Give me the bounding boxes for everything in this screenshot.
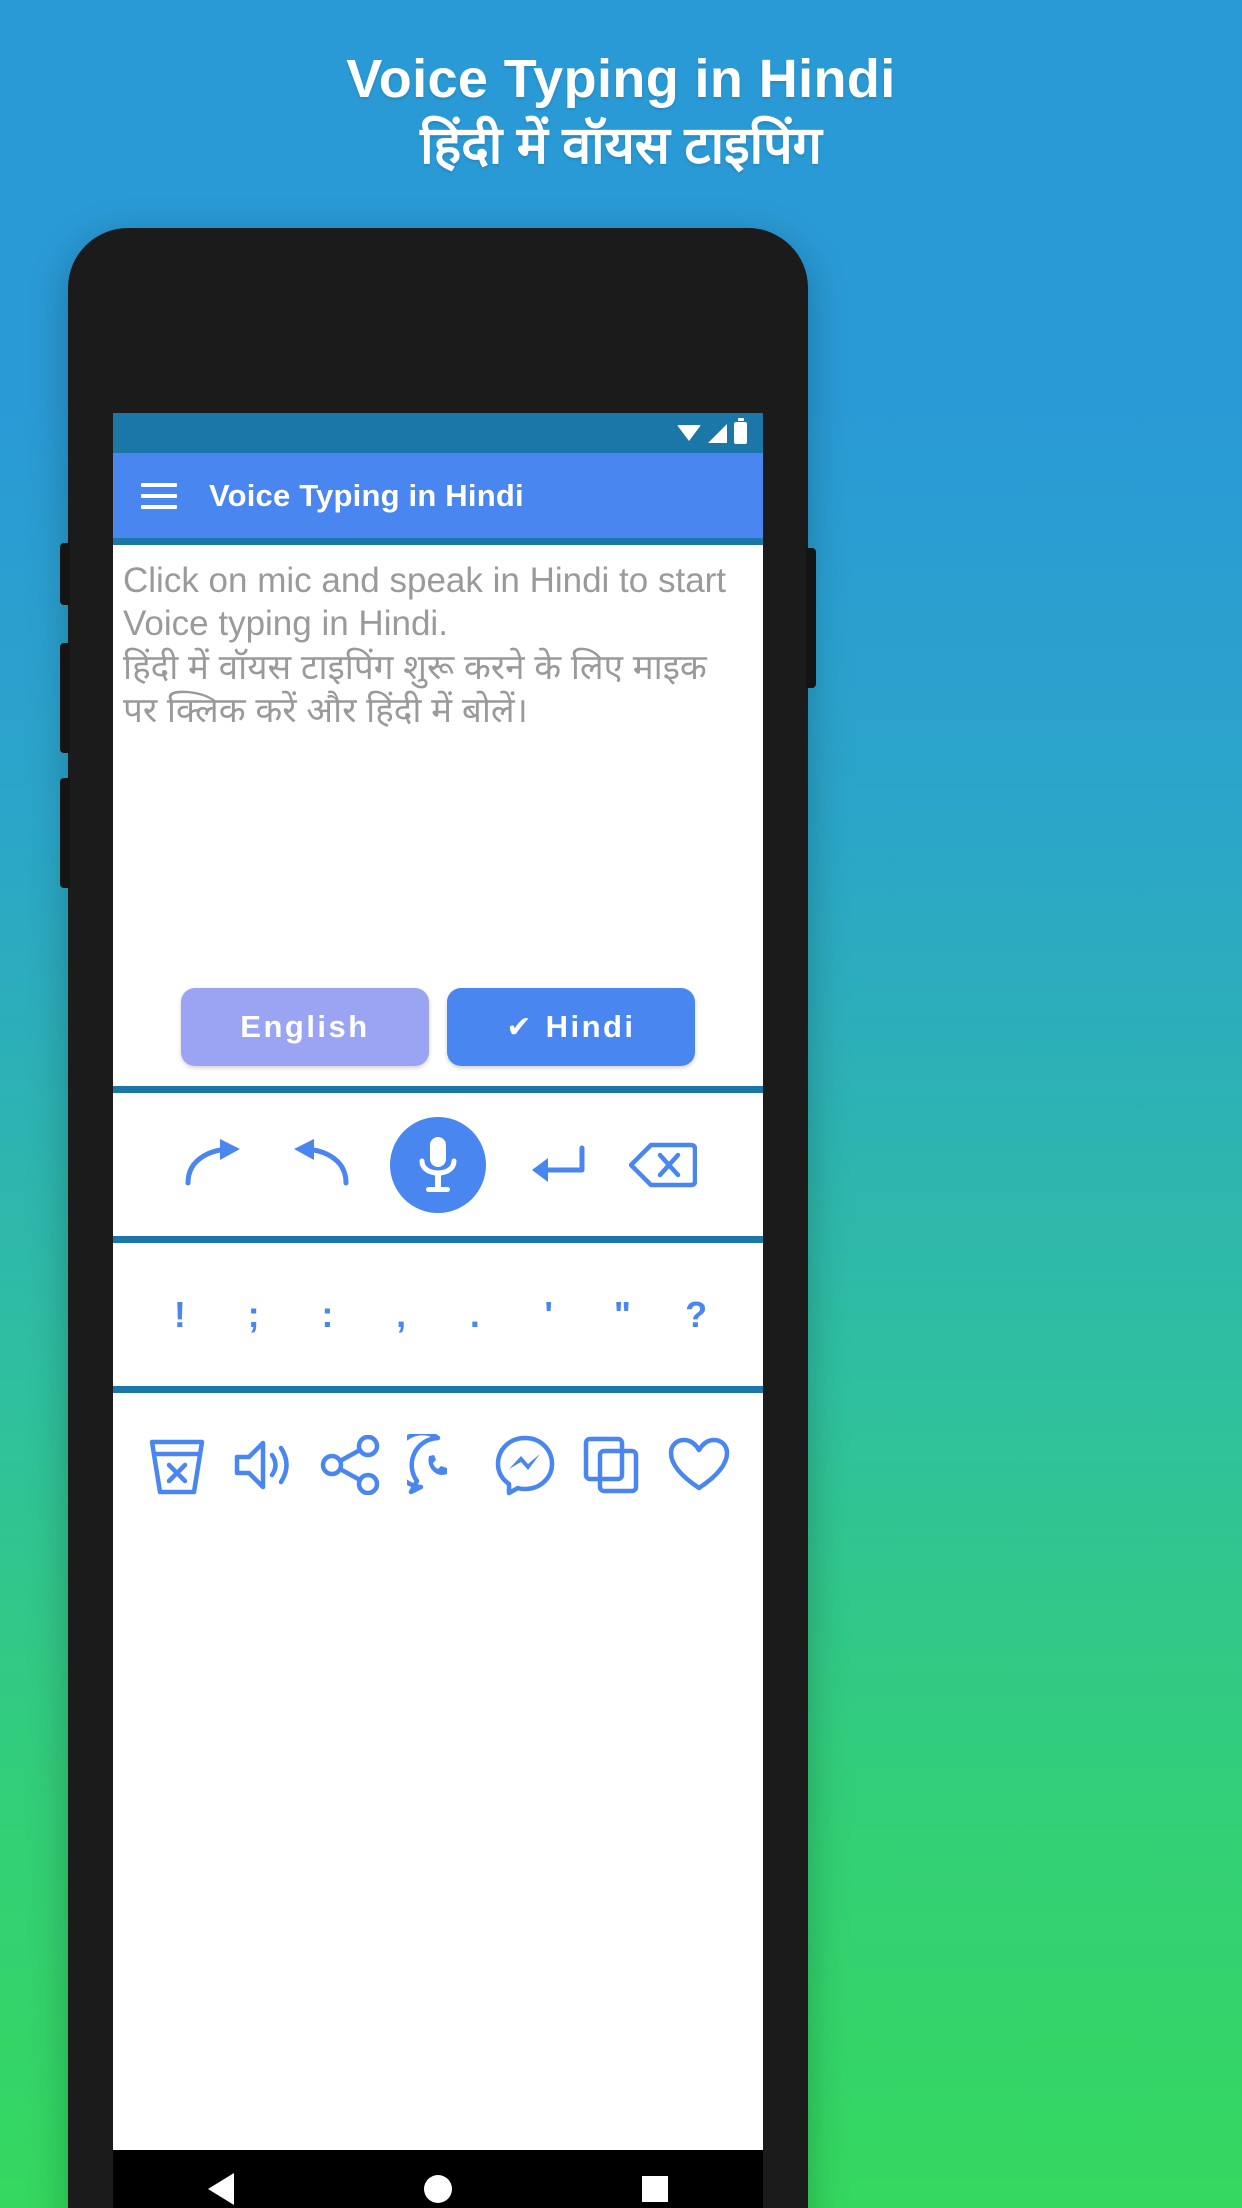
home-icon[interactable] xyxy=(424,2175,452,2203)
favorite-icon[interactable] xyxy=(656,1434,743,1496)
hint-line-4: पर क्लिक करें और हिंदी में बोलें। xyxy=(123,691,528,731)
punct-key-comma[interactable]: , xyxy=(364,1294,438,1336)
language-button-hindi[interactable]: ✔ Hindi xyxy=(447,988,695,1066)
copy-icon[interactable] xyxy=(569,1434,656,1496)
speaker-icon[interactable] xyxy=(220,1434,307,1496)
backspace-icon[interactable] xyxy=(624,1126,702,1204)
promo-title-en: Voice Typing in Hindi xyxy=(346,49,896,109)
punct-key-period[interactable]: . xyxy=(438,1294,512,1336)
phone-button-volume-up xyxy=(60,643,70,753)
android-nav-bar xyxy=(113,2150,763,2208)
editor-hint: Click on mic and speak in Hindi to start… xyxy=(123,559,753,733)
divider-actions xyxy=(113,1086,763,1093)
enter-icon[interactable] xyxy=(516,1126,594,1204)
punctuation-row: ! ; : , . ' " ? xyxy=(113,1243,763,1386)
punct-key-apostrophe[interactable]: ' xyxy=(512,1294,586,1336)
wifi-icon xyxy=(677,425,701,441)
punct-key-quote[interactable]: " xyxy=(586,1294,660,1336)
phone-button-volume-down xyxy=(60,778,70,888)
undo-icon[interactable] xyxy=(282,1126,360,1204)
divider-top xyxy=(113,538,763,545)
punct-key-colon[interactable]: : xyxy=(291,1294,365,1336)
text-editor[interactable]: Click on mic and speak in Hindi to start… xyxy=(113,545,763,1086)
share-icon[interactable] xyxy=(307,1434,394,1496)
promo-screenshot: Voice Typing in Hindi हिंदी में वॉयस टाइ… xyxy=(0,0,1242,2208)
language-selector: English ✔ Hindi xyxy=(113,988,763,1066)
signal-icon xyxy=(708,423,727,443)
back-icon[interactable] xyxy=(208,2173,234,2205)
hamburger-icon[interactable] xyxy=(141,482,177,509)
promo-headline: Voice Typing in Hindi हिंदी में वॉयस टाइ… xyxy=(0,48,1242,177)
hint-line-1: Click on mic and speak in Hindi to start xyxy=(123,561,727,600)
phone-screen: Voice Typing in Hindi Click on mic and s… xyxy=(113,413,763,2208)
hint-line-3: हिंदी में वॉयस टाइपिंग शुरू करने के लिए … xyxy=(123,647,707,687)
action-row xyxy=(113,1093,763,1236)
app-bar-title: Voice Typing in Hindi xyxy=(209,477,524,513)
phone-button-power xyxy=(806,548,816,688)
divider-punctuation xyxy=(113,1236,763,1243)
punct-key-question[interactable]: ? xyxy=(659,1294,733,1336)
whatsapp-icon[interactable] xyxy=(394,1433,481,1496)
battery-icon xyxy=(734,418,747,444)
divider-share xyxy=(113,1386,763,1393)
mic-icon[interactable] xyxy=(390,1116,486,1213)
language-button-english[interactable]: English xyxy=(181,988,429,1066)
redo-icon[interactable] xyxy=(174,1126,252,1204)
status-bar xyxy=(113,413,763,453)
phone-mockup: Voice Typing in Hindi Click on mic and s… xyxy=(60,228,816,2208)
clear-icon[interactable] xyxy=(133,1434,220,1496)
promo-title-hi: हिंदी में वॉयस टाइपिंग xyxy=(420,116,822,175)
check-icon: ✔ xyxy=(506,1010,532,1044)
hint-line-2: Voice typing in Hindi. xyxy=(123,604,448,644)
phone-button-mute xyxy=(60,543,70,605)
language-label-hindi: Hindi xyxy=(545,1009,636,1044)
punct-key-exclamation[interactable]: ! xyxy=(143,1294,217,1336)
recents-icon[interactable] xyxy=(642,2176,668,2202)
language-label-english: English xyxy=(240,1009,370,1044)
share-row xyxy=(113,1393,763,1536)
app-bar: Voice Typing in Hindi xyxy=(113,453,763,538)
messenger-icon[interactable] xyxy=(482,1434,569,1496)
punct-key-semicolon[interactable]: ; xyxy=(217,1294,291,1336)
